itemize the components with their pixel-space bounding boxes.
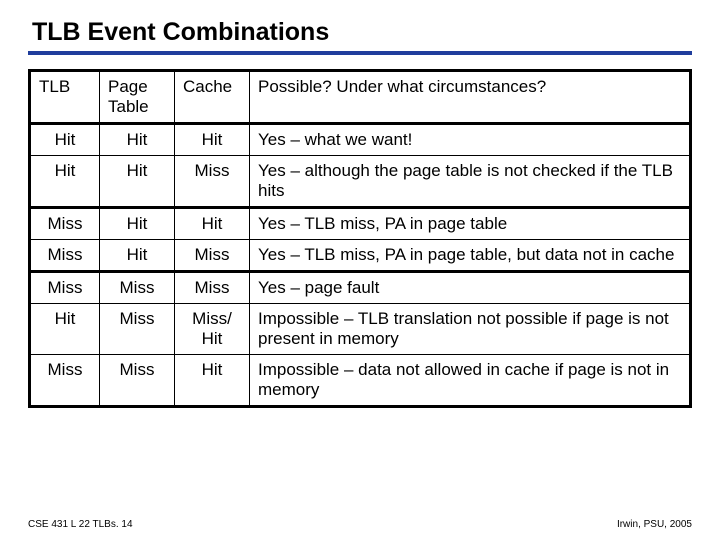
- cell-tlb: Miss: [30, 272, 100, 304]
- cell-pt: Hit: [100, 124, 175, 156]
- slide-footer: CSE 431 L 22 TLBs. 14 Irwin, PSU, 2005: [28, 519, 692, 530]
- cell-desc: Impossible – TLB translation not possibl…: [250, 304, 691, 355]
- table-row: Miss Miss Hit Impossible – data not allo…: [30, 355, 691, 407]
- tlb-table: TLB Page Table Cache Possible? Under wha…: [28, 69, 692, 408]
- cell-pt: Miss: [100, 272, 175, 304]
- cell-cache: Miss: [175, 240, 250, 272]
- cell-pt: Hit: [100, 156, 175, 208]
- cell-desc: Yes – although the page table is not che…: [250, 156, 691, 208]
- footer-right: Irwin, PSU, 2005: [617, 519, 692, 530]
- cell-cache: Hit: [175, 355, 250, 407]
- table-row: Miss Hit Hit Yes – TLB miss, PA in page …: [30, 208, 691, 240]
- table-header-row: TLB Page Table Cache Possible? Under wha…: [30, 71, 691, 124]
- table-row: Miss Miss Miss Yes – page fault: [30, 272, 691, 304]
- table-row: Hit Hit Hit Yes – what we want!: [30, 124, 691, 156]
- col-header-tlb: TLB: [30, 71, 100, 124]
- cell-cache: Miss: [175, 272, 250, 304]
- cell-tlb: Miss: [30, 208, 100, 240]
- cell-tlb: Miss: [30, 240, 100, 272]
- table-row: Miss Hit Miss Yes – TLB miss, PA in page…: [30, 240, 691, 272]
- cell-pt: Miss: [100, 355, 175, 407]
- cell-cache: Miss: [175, 156, 250, 208]
- table-row: Hit Miss Miss/ Hit Impossible – TLB tran…: [30, 304, 691, 355]
- cell-tlb: Miss: [30, 355, 100, 407]
- cell-pt: Miss: [100, 304, 175, 355]
- cell-cache: Miss/ Hit: [175, 304, 250, 355]
- cell-desc: Impossible – data not allowed in cache i…: [250, 355, 691, 407]
- slide-title: TLB Event Combinations: [28, 18, 692, 55]
- col-header-cache: Cache: [175, 71, 250, 124]
- cell-desc: Yes – what we want!: [250, 124, 691, 156]
- cell-tlb: Hit: [30, 156, 100, 208]
- cell-cache: Hit: [175, 124, 250, 156]
- cell-desc: Yes – page fault: [250, 272, 691, 304]
- cell-desc: Yes – TLB miss, PA in page table, but da…: [250, 240, 691, 272]
- col-header-possible: Possible? Under what circumstances?: [250, 71, 691, 124]
- footer-left: CSE 431 L 22 TLBs. 14: [28, 519, 133, 530]
- cell-desc: Yes – TLB miss, PA in page table: [250, 208, 691, 240]
- cell-tlb: Hit: [30, 304, 100, 355]
- cell-pt: Hit: [100, 240, 175, 272]
- col-header-page-table: Page Table: [100, 71, 175, 124]
- table-row: Hit Hit Miss Yes – although the page tab…: [30, 156, 691, 208]
- cell-pt: Hit: [100, 208, 175, 240]
- cell-cache: Hit: [175, 208, 250, 240]
- cell-tlb: Hit: [30, 124, 100, 156]
